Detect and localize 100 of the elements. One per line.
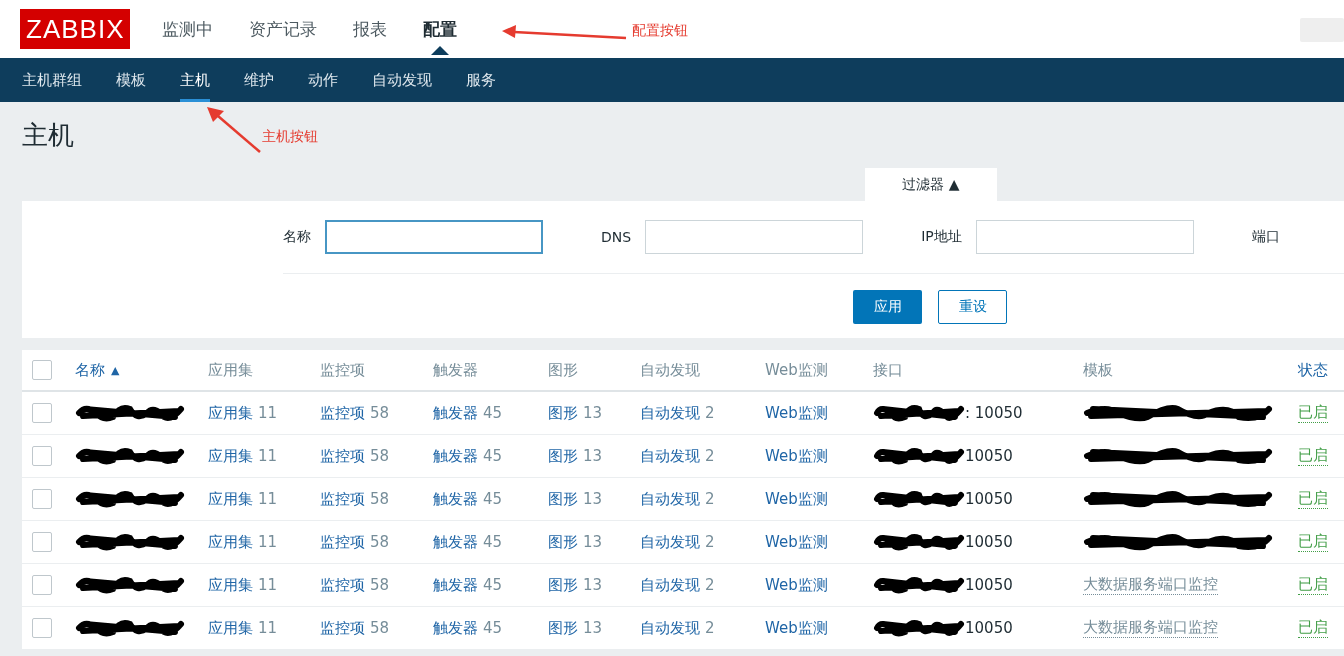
- host-link[interactable]: 应用集: [208, 618, 253, 638]
- host-link[interactable]: Web监测: [765, 532, 828, 552]
- count-text: 58: [370, 619, 390, 637]
- host-link[interactable]: Web监测: [765, 618, 828, 638]
- count-text: 45: [483, 404, 503, 422]
- annotation-label: 配置按钮: [632, 22, 688, 40]
- interface-text: 10050: [965, 490, 1013, 508]
- interface-text: 10050: [965, 447, 1013, 465]
- sub-menu-item[interactable]: 动作: [308, 58, 338, 102]
- sub-menu-item[interactable]: 模板: [116, 58, 146, 102]
- status-link[interactable]: 已启: [1298, 446, 1328, 466]
- sub-menu-item[interactable]: 主机群组: [22, 58, 82, 102]
- host-link[interactable]: Web监测: [765, 403, 828, 423]
- sub-menu-item[interactable]: 自动发现: [372, 58, 432, 102]
- host-link[interactable]: 监控项: [320, 575, 365, 595]
- count-text: 45: [483, 490, 503, 508]
- sub-menu-item[interactable]: 服务: [466, 58, 496, 102]
- host-link[interactable]: 监控项: [320, 532, 365, 552]
- count-text: 45: [483, 619, 503, 637]
- input-field[interactable]: [975, 220, 1194, 254]
- host-link[interactable]: 触发器: [433, 489, 478, 509]
- count-text: 13: [583, 490, 603, 508]
- sub-menu-item[interactable]: 主机: [180, 58, 210, 102]
- interface-text: : 10050: [965, 404, 1023, 422]
- count-text: 11: [258, 490, 278, 508]
- count-text: 58: [370, 404, 390, 422]
- host-link[interactable]: 触发器: [433, 618, 478, 638]
- row-checkbox[interactable]: [32, 489, 52, 509]
- template-link[interactable]: 大数据服务端口监控: [1083, 618, 1218, 638]
- template-link[interactable]: 大数据服务端口监控: [1083, 575, 1218, 595]
- page-title: 主机: [22, 118, 74, 152]
- annotation-label: 主机按钮: [262, 128, 318, 146]
- column-header[interactable]: 名称: [75, 360, 105, 380]
- column-header: 监控项: [320, 360, 365, 380]
- count-text: 13: [583, 533, 603, 551]
- host-link[interactable]: 触发器: [433, 403, 478, 423]
- host-link[interactable]: 自动发现: [640, 446, 700, 466]
- host-link[interactable]: 自动发现: [640, 575, 700, 595]
- column-header: 图形: [548, 360, 578, 380]
- count-text: 11: [258, 404, 278, 422]
- host-link[interactable]: 自动发现: [640, 403, 700, 423]
- count-text: 2: [705, 619, 715, 637]
- field-label: IP地址: [921, 228, 962, 246]
- host-link[interactable]: 图形: [548, 618, 578, 638]
- host-link[interactable]: 触发器: [433, 532, 478, 552]
- host-link[interactable]: Web监测: [765, 489, 828, 509]
- status-link[interactable]: 已启: [1298, 618, 1328, 638]
- host-link[interactable]: 监控项: [320, 446, 365, 466]
- host-link[interactable]: 监控项: [320, 403, 365, 423]
- host-link[interactable]: 图形: [548, 403, 578, 423]
- host-link[interactable]: 监控项: [320, 489, 365, 509]
- host-link[interactable]: 触发器: [433, 575, 478, 595]
- row-checkbox[interactable]: [32, 403, 52, 423]
- host-link[interactable]: 应用集: [208, 532, 253, 552]
- top-menu-item[interactable]: 报表: [347, 4, 394, 54]
- count-text: 2: [705, 404, 715, 422]
- row-checkbox[interactable]: [32, 618, 52, 638]
- count-text: 2: [705, 576, 715, 594]
- host-link[interactable]: 应用集: [208, 403, 253, 423]
- host-link[interactable]: 触发器: [433, 446, 478, 466]
- field-label: 名称: [283, 228, 311, 246]
- top-menu-item[interactable]: 监测中: [156, 4, 220, 54]
- zabbix-logo[interactable]: ZABBIX: [20, 9, 131, 49]
- count-text: 45: [483, 533, 503, 551]
- status-link[interactable]: 已启: [1298, 532, 1328, 552]
- host-link[interactable]: 图形: [548, 575, 578, 595]
- column-header: 接口: [873, 360, 903, 380]
- column-header: 模板: [1083, 360, 1113, 380]
- status-link[interactable]: 已启: [1298, 489, 1328, 509]
- row-checkbox[interactable]: [32, 446, 52, 466]
- status-link[interactable]: 已启: [1298, 403, 1328, 423]
- host-link[interactable]: 自动发现: [640, 532, 700, 552]
- host-link[interactable]: 应用集: [208, 446, 253, 466]
- reset-button[interactable]: 重设: [938, 290, 1007, 324]
- input-field[interactable]: [325, 220, 543, 254]
- filter-tab[interactable]: 过滤器 ▲: [865, 168, 997, 201]
- host-link[interactable]: 图形: [548, 532, 578, 552]
- host-link[interactable]: 自动发现: [640, 618, 700, 638]
- host-link[interactable]: Web监测: [765, 446, 828, 466]
- select-all-checkbox[interactable]: [32, 360, 52, 380]
- sub-menu-item[interactable]: 维护: [244, 58, 274, 102]
- host-link[interactable]: 应用集: [208, 575, 253, 595]
- row-checkbox[interactable]: [32, 575, 52, 595]
- host-link[interactable]: 应用集: [208, 489, 253, 509]
- apply-button[interactable]: 应用: [853, 290, 922, 324]
- host-link[interactable]: 自动发现: [640, 489, 700, 509]
- annotation-arrow: [204, 104, 262, 154]
- host-link[interactable]: 图形: [548, 489, 578, 509]
- host-link[interactable]: 监控项: [320, 618, 365, 638]
- host-link[interactable]: 图形: [548, 446, 578, 466]
- column-header[interactable]: 状态: [1298, 360, 1328, 380]
- top-menu-item[interactable]: 资产记录: [243, 4, 324, 54]
- count-text: 11: [258, 533, 278, 551]
- status-link[interactable]: 已启: [1298, 575, 1328, 595]
- input-field[interactable]: [645, 220, 864, 254]
- row-checkbox[interactable]: [32, 532, 52, 552]
- count-text: 45: [483, 576, 503, 594]
- field-label: DNS: [601, 229, 632, 245]
- host-link[interactable]: Web监测: [765, 575, 828, 595]
- interface-text: 10050: [965, 533, 1013, 551]
